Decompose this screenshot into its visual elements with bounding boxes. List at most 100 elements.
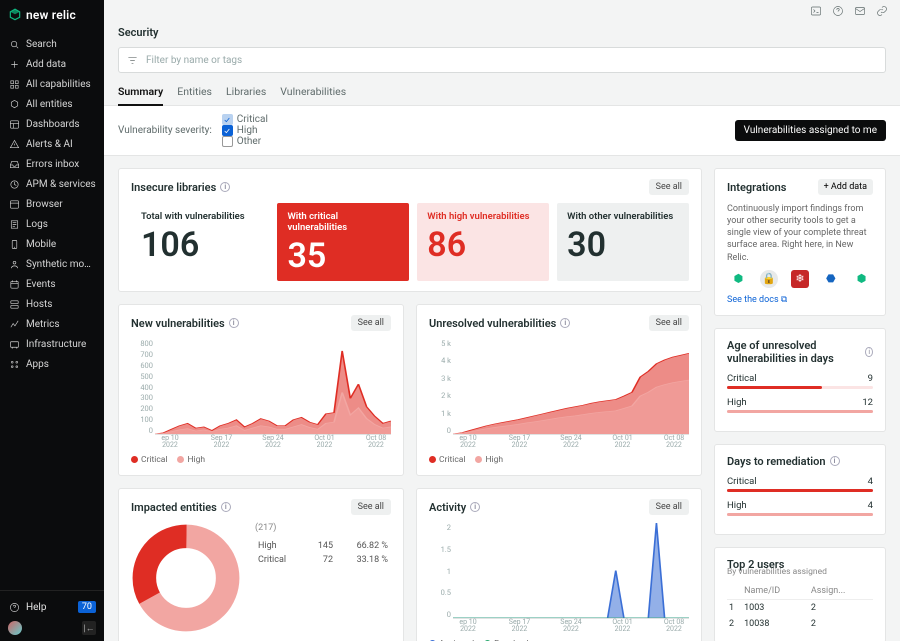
card-title: Insecure libraries bbox=[131, 181, 216, 194]
tab-entities[interactable]: Entities bbox=[177, 81, 212, 105]
impacted-entities-card: Impacted entitiesi See all (217) High145… bbox=[118, 488, 404, 641]
severity-other[interactable]: Other bbox=[222, 136, 268, 147]
nav-label: Errors inbox bbox=[26, 159, 79, 170]
nav-item-apps[interactable]: Apps bbox=[0, 354, 104, 374]
terminal-icon[interactable] bbox=[810, 5, 822, 17]
nav-item-metrics[interactable]: Metrics bbox=[0, 314, 104, 334]
tab-libraries[interactable]: Libraries bbox=[226, 81, 266, 105]
shield-icon[interactable]: 🔒 bbox=[760, 270, 778, 288]
main: Security SummaryEntitiesLibrariesVulnera… bbox=[104, 0, 900, 641]
alert-icon bbox=[8, 138, 20, 150]
filter-icon bbox=[127, 55, 138, 66]
info-icon[interactable]: i bbox=[470, 502, 480, 512]
bar-track bbox=[727, 386, 873, 389]
tile-label: With other vulnerabilities bbox=[567, 211, 679, 222]
nav-item-all-entities[interactable]: All entities bbox=[0, 94, 104, 114]
assigned-to-me-button[interactable]: Vulnerabilities assigned to me bbox=[735, 120, 886, 141]
days-remediation-card: Days to remediationi Critical4High4 bbox=[714, 444, 886, 535]
nav-label: Dashboards bbox=[26, 119, 80, 130]
checkbox[interactable] bbox=[222, 114, 233, 125]
share-icon[interactable] bbox=[876, 5, 888, 17]
info-icon[interactable]: i bbox=[229, 318, 239, 328]
nav-item-errors-inbox[interactable]: Errors inbox bbox=[0, 154, 104, 174]
info-icon[interactable]: i bbox=[830, 456, 840, 466]
card-title: Unresolved vulnerabilities bbox=[429, 317, 556, 330]
see-all-button[interactable]: See all bbox=[351, 315, 391, 331]
nav-item-events[interactable]: Events bbox=[0, 274, 104, 294]
brand-logo[interactable]: new relic bbox=[0, 0, 104, 30]
stat-tile: With high vulnerabilities86 bbox=[417, 203, 549, 281]
tab-vulnerabilities[interactable]: Vulnerabilities bbox=[280, 81, 346, 105]
top-users-card: Top 2 users By vulnerabilities assigned … bbox=[714, 547, 886, 641]
nav-item-hosts[interactable]: Hosts bbox=[0, 294, 104, 314]
newrelic-icon[interactable]: ⬢ bbox=[853, 270, 871, 288]
snyk-icon[interactable]: ❄ bbox=[791, 270, 809, 288]
plus-icon bbox=[8, 58, 20, 70]
filter-bar[interactable] bbox=[118, 47, 886, 73]
feedback-icon[interactable] bbox=[854, 5, 866, 17]
nav-label: Alerts & AI bbox=[26, 139, 73, 150]
nav-item-infrastructure[interactable]: Infrastructure bbox=[0, 334, 104, 354]
see-docs-link[interactable]: See the docs ⧉ bbox=[727, 295, 787, 305]
filter-input[interactable] bbox=[146, 55, 877, 66]
help-label: Help bbox=[26, 602, 46, 613]
nav-item-logs[interactable]: Logs bbox=[0, 214, 104, 234]
see-all-button[interactable]: See all bbox=[649, 499, 689, 515]
card-title: Days to remediation bbox=[727, 455, 826, 468]
nav-item-search[interactable]: Search bbox=[0, 34, 104, 54]
tile-value: 86 bbox=[427, 228, 539, 262]
info-icon[interactable]: i bbox=[221, 502, 231, 512]
stat-tile: With other vulnerabilities30 bbox=[557, 203, 689, 281]
apm-icon bbox=[8, 178, 20, 190]
integration-icons: ⬢ 🔒 ❄ ⬣ ⬢ bbox=[727, 270, 873, 288]
tile-label: Total with vulnerabilities bbox=[141, 211, 259, 222]
help-badge: 70 bbox=[78, 601, 96, 613]
aqua-icon[interactable]: ⬣ bbox=[822, 270, 840, 288]
top-users-subtitle: By vulnerabilities assigned bbox=[727, 567, 873, 577]
nav-item-add-data[interactable]: Add data bbox=[0, 54, 104, 74]
nav-item-all-capabilities[interactable]: All capabilities bbox=[0, 74, 104, 94]
integrations-desc: Continuously import findings from your o… bbox=[727, 203, 873, 264]
unresolved-vulnerabilities-card: Unresolved vulnerabilitiesi See all 5 k4… bbox=[416, 304, 702, 476]
legend-row: Critical7233.18 % bbox=[255, 553, 391, 567]
user-icon bbox=[8, 258, 20, 270]
tab-summary[interactable]: Summary bbox=[118, 81, 163, 106]
info-icon[interactable]: i bbox=[560, 318, 570, 328]
nav-item-browser[interactable]: Browser bbox=[0, 194, 104, 214]
nav-item-mobile[interactable]: Mobile bbox=[0, 234, 104, 254]
nav-item-alerts-ai[interactable]: Alerts & AI bbox=[0, 134, 104, 154]
nav-list: Search Add data All capabilities All entiti… bbox=[0, 30, 104, 590]
logs-icon bbox=[8, 218, 20, 230]
nav-item-synthetic-monitoring[interactable]: Synthetic monitoring bbox=[0, 254, 104, 274]
brand-mark-icon bbox=[8, 8, 22, 22]
tile-value: 35 bbox=[287, 239, 399, 273]
hex-icon bbox=[8, 98, 20, 110]
table-row[interactable]: 110032 bbox=[727, 599, 873, 616]
nav-label: All capabilities bbox=[26, 79, 91, 90]
avatar[interactable] bbox=[8, 621, 22, 635]
table-row[interactable]: 2100382 bbox=[727, 616, 873, 632]
see-all-button[interactable]: See all bbox=[351, 499, 391, 515]
severity-label: Vulnerability severity: bbox=[118, 125, 212, 136]
checkbox[interactable] bbox=[222, 125, 233, 136]
newrelic-icon[interactable]: ⬢ bbox=[729, 270, 747, 288]
info-icon[interactable]: i bbox=[220, 182, 230, 192]
severity-critical[interactable]: Critical bbox=[222, 114, 268, 125]
see-all-button[interactable]: See all bbox=[649, 179, 689, 195]
info-icon[interactable]: i bbox=[865, 347, 873, 357]
see-all-button[interactable]: See all bbox=[649, 315, 689, 331]
sidebar: new relic Search Add data All capabilities… bbox=[0, 0, 104, 641]
collapse-sidebar-icon[interactable]: |← bbox=[82, 621, 96, 635]
bar-track bbox=[727, 410, 873, 413]
nav-item-dashboards[interactable]: Dashboards bbox=[0, 114, 104, 134]
nav-label: All entities bbox=[26, 99, 73, 110]
help-icon[interactable] bbox=[832, 5, 844, 17]
help-link[interactable]: Help 70 bbox=[8, 597, 96, 617]
nav-label: Logs bbox=[26, 219, 48, 230]
nav-item-apm-services[interactable]: APM & services bbox=[0, 174, 104, 194]
checkbox[interactable] bbox=[222, 136, 233, 147]
severity-high[interactable]: High bbox=[222, 125, 268, 136]
nav-label: Search bbox=[26, 39, 57, 50]
nav-label: Metrics bbox=[26, 319, 60, 330]
add-data-button[interactable]: + Add data bbox=[818, 179, 873, 195]
